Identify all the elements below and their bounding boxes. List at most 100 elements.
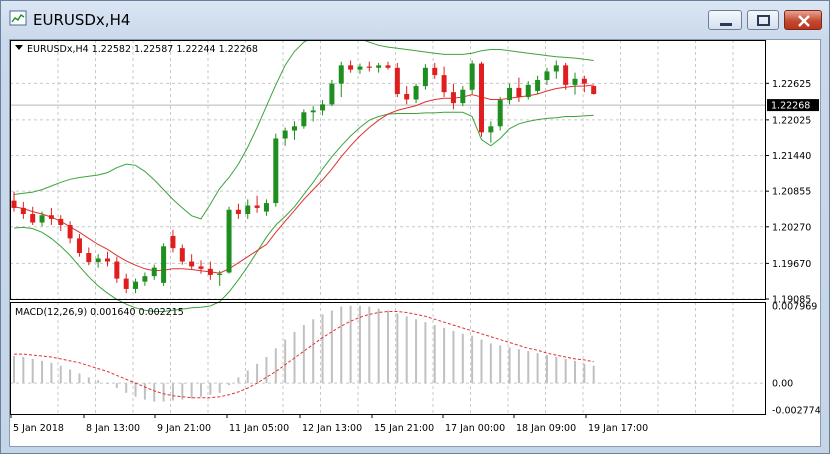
price-tick-label: 1.22025 [772, 115, 811, 126]
chart-area[interactable]: EURUSDx,H4 1.22582 1.22587 1.22244 1.222… [9, 34, 821, 447]
macd-histogram [13, 305, 595, 402]
candle [95, 254, 101, 268]
candle [404, 86, 410, 105]
candle-body [105, 258, 110, 262]
chart-canvas[interactable]: EURUSDx,H4 1.22582 1.22587 1.22244 1.222… [10, 34, 821, 446]
bollinger-bands [13, 34, 594, 312]
candle-body [76, 238, 82, 254]
candle [460, 86, 466, 107]
macd-tick-label: 0.00 [772, 379, 793, 390]
candle [516, 77, 522, 102]
minimize-button[interactable] [708, 10, 742, 30]
candle-body [450, 92, 456, 104]
candle [263, 199, 269, 216]
minimize-icon [720, 23, 732, 26]
candle-body [366, 66, 372, 68]
candle [76, 234, 82, 257]
macd-tick-label: 0.007969 [772, 302, 817, 313]
candle [207, 261, 213, 280]
time-tick-label: 18 Jan 09:00 [516, 423, 576, 434]
candle [133, 278, 139, 294]
time-tick-label: 11 Jan 05:00 [229, 423, 289, 434]
candle-body [329, 83, 335, 105]
candle [292, 121, 297, 140]
candle-body [20, 207, 26, 215]
candle [67, 221, 73, 244]
candle [273, 133, 279, 207]
candle-body [11, 200, 17, 208]
candle [301, 109, 307, 129]
candle [310, 106, 316, 122]
time-tick-label: 8 Jan 13:00 [86, 423, 140, 434]
candle-body [497, 100, 503, 127]
candle-body [572, 78, 578, 85]
candle [161, 243, 167, 286]
candle-body [479, 63, 484, 133]
candle-body [67, 224, 73, 239]
candle-body [544, 71, 550, 80]
candle-body [198, 266, 204, 269]
maximize-button[interactable] [747, 10, 779, 30]
candle-body [348, 65, 354, 70]
candle [105, 251, 110, 267]
candle-body [394, 67, 400, 94]
candle [366, 61, 372, 72]
candle-body [563, 65, 569, 85]
candle [535, 75, 541, 95]
candle [114, 256, 120, 283]
candle [348, 60, 354, 73]
candle-body [338, 65, 344, 84]
close-button[interactable] [784, 10, 822, 30]
candle [151, 264, 157, 280]
dropdown-arrow-icon [15, 45, 23, 50]
candle-body [591, 86, 597, 94]
candle-body [273, 138, 279, 204]
candle-body [488, 126, 494, 133]
candle [422, 64, 428, 90]
candle [198, 260, 204, 274]
candle [338, 61, 344, 98]
candle [525, 81, 531, 100]
candle [488, 121, 494, 143]
time-tick-label: 17 Jan 00:00 [445, 423, 505, 434]
candle-body [292, 126, 297, 131]
price-tick-label: 1.21440 [772, 151, 811, 162]
candle-body [114, 261, 120, 279]
current-price-label: 1.22268 [771, 101, 810, 112]
candle [413, 83, 419, 104]
candle [497, 97, 503, 131]
candle [385, 61, 391, 70]
candle-body [263, 203, 269, 212]
candle [170, 229, 176, 253]
candle-body [86, 253, 92, 263]
price-tick-label: 1.22625 [772, 79, 811, 90]
close-icon [798, 15, 810, 27]
candle-body [217, 273, 223, 275]
price-tick-label: 1.19670 [772, 259, 811, 270]
candle-body [30, 214, 36, 223]
candle-body [301, 112, 307, 127]
chart-grid [10, 40, 765, 300]
candle [20, 201, 26, 219]
time-tick-label: 15 Jan 21:00 [374, 423, 434, 434]
candle [394, 62, 400, 98]
candle-body [535, 79, 541, 91]
candle-body [207, 268, 213, 275]
candle-body [189, 261, 195, 267]
title-bar[interactable]: EURUSDx,H4 [1, 1, 829, 39]
candle-body [39, 215, 45, 223]
candle [142, 272, 148, 286]
candle-body [376, 65, 382, 68]
candle-body [133, 281, 139, 289]
time-tick-label: 9 Jan 21:00 [157, 423, 211, 434]
window-title: EURUSDx,H4 [33, 11, 131, 29]
candle [591, 85, 597, 95]
candle-body [235, 209, 241, 215]
candle [226, 206, 232, 274]
candle-body [357, 66, 363, 70]
candle-body [151, 267, 157, 277]
candle-body [525, 84, 531, 98]
candle-body [441, 75, 447, 93]
chart-window: EURUSDx,H4 EURUSDx,H4 1.22582 1.22587 1.… [0, 0, 830, 454]
price-frame [10, 40, 766, 300]
